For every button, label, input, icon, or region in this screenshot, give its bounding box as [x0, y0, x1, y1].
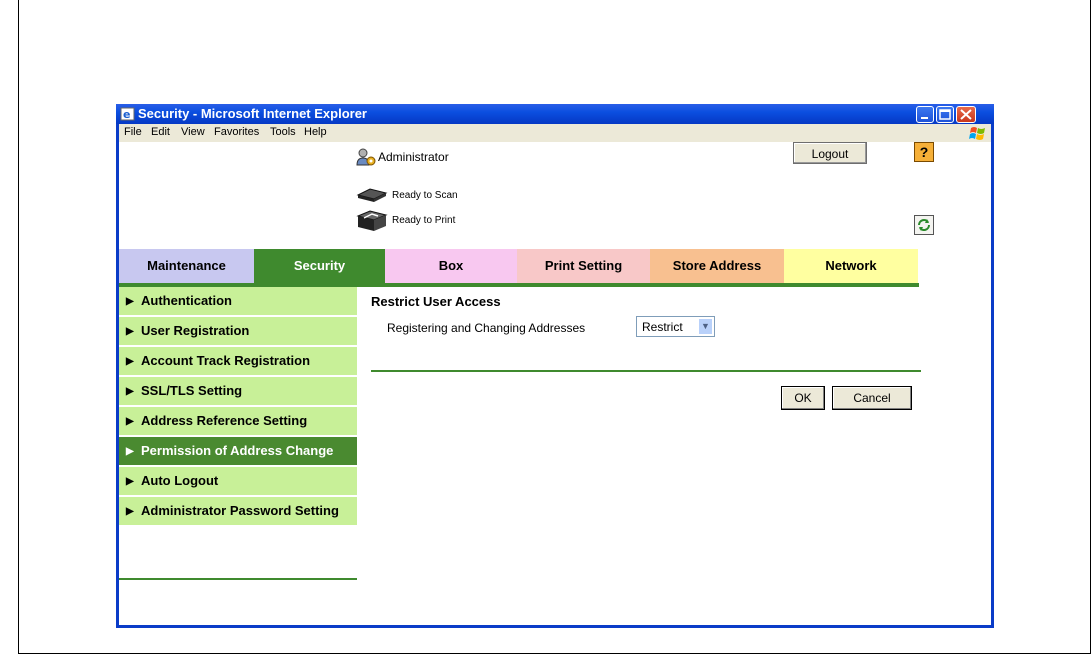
menu-help[interactable]: Help — [304, 126, 327, 138]
sidebar-item-permission-of-address-change[interactable]: ▶ Permission of Address Change — [119, 437, 357, 465]
minimize-button[interactable] — [916, 106, 934, 123]
maximize-icon — [939, 109, 951, 120]
sidebar-item-label: User Registration — [141, 323, 250, 338]
sidebar-item-auto-logout[interactable]: ▶ Auto Logout — [119, 467, 357, 495]
section-divider — [371, 370, 921, 372]
sidebar-item-label: Administrator Password Setting — [141, 503, 339, 518]
arrow-right-icon: ▶ — [126, 446, 134, 457]
sidebar-item-label: Account Track Registration — [141, 353, 311, 368]
sidebar-item-address-reference-setting[interactable]: ▶ Address Reference Setting — [119, 407, 357, 435]
refresh-icon — [918, 219, 930, 231]
tab-maintenance[interactable]: Maintenance — [119, 249, 254, 283]
menu-bar: File Edit View Favorites Tools Help — [119, 124, 991, 142]
sidebar-item-administrator-password-setting[interactable]: ▶ Administrator Password Setting — [119, 497, 357, 525]
sidebar-item-label: SSL/TLS Setting — [141, 383, 243, 398]
sidebar-item-ssl-tls-setting[interactable]: ▶ SSL/TLS Setting — [119, 377, 357, 405]
close-button[interactable] — [956, 106, 976, 123]
chevron-down-icon[interactable]: ▼ — [698, 318, 713, 335]
maximize-button[interactable] — [936, 106, 954, 123]
menu-favorites[interactable]: Favorites — [214, 126, 259, 138]
arrow-right-icon: ▶ — [126, 326, 134, 337]
arrow-right-icon: ▶ — [126, 416, 134, 427]
sidebar-item-label: Auto Logout — [141, 473, 219, 488]
close-icon — [960, 109, 972, 120]
ie-icon: e — [120, 107, 135, 121]
menu-edit[interactable]: Edit — [151, 126, 170, 138]
sidebar-item-account-track-registration[interactable]: ▶ Account Track Registration — [119, 347, 357, 375]
sidebar-item-user-registration[interactable]: ▶ User Registration — [119, 317, 357, 345]
section-title: Restrict User Access — [371, 294, 501, 309]
help-button[interactable]: ? — [914, 142, 934, 162]
logout-button[interactable]: Logout — [793, 142, 867, 164]
tab-security[interactable]: Security — [254, 249, 385, 283]
refresh-button[interactable] — [914, 215, 934, 235]
arrow-right-icon: ▶ — [126, 356, 134, 367]
tab-network[interactable]: Network — [784, 249, 918, 283]
sidebar-item-label: Address Reference Setting — [141, 413, 308, 428]
tab-store-address[interactable]: Store Address — [650, 249, 784, 283]
scanner-icon — [356, 188, 388, 202]
sidebar-item-label: Permission of Address Change — [141, 443, 334, 458]
main-tabs: Maintenance Security Box Print Setting S… — [119, 249, 919, 283]
tab-print-setting[interactable]: Print Setting — [517, 249, 650, 283]
title-bar[interactable]: e Security - Microsoft Internet Explorer — [116, 104, 994, 124]
sidebar-item-authentication[interactable]: ▶ Authentication — [119, 287, 357, 315]
sidebar-divider — [119, 578, 357, 580]
menu-view[interactable]: View — [181, 126, 205, 138]
arrow-right-icon: ▶ — [126, 476, 134, 487]
page-content: Administrator Logout ? Ready to Scan Rea… — [119, 142, 991, 625]
arrow-right-icon: ▶ — [126, 506, 134, 517]
browser-window: e Security - Microsoft Internet Explorer… — [116, 104, 994, 628]
sidebar-menu: ▶ Authentication ▶ User Registration ▶ A… — [119, 287, 357, 527]
printer-icon — [356, 210, 388, 231]
user-name: Administrator — [378, 150, 449, 164]
menu-tools[interactable]: Tools — [270, 126, 296, 138]
menu-file[interactable]: File — [124, 126, 142, 138]
svg-text:e: e — [123, 108, 130, 121]
restrict-select[interactable]: Restrict ▼ — [636, 316, 715, 337]
arrow-right-icon: ▶ — [126, 296, 134, 307]
minimize-icon — [921, 117, 928, 119]
ok-button[interactable]: OK — [781, 386, 825, 410]
arrow-right-icon: ▶ — [126, 386, 134, 397]
print-status: Ready to Print — [392, 215, 456, 226]
field-label: Registering and Changing Addresses — [387, 321, 586, 335]
tab-box[interactable]: Box — [385, 249, 517, 283]
administrator-icon — [356, 148, 376, 166]
windows-logo-icon — [969, 127, 985, 140]
sidebar-item-label: Authentication — [141, 293, 232, 308]
select-value: Restrict — [642, 320, 683, 334]
cancel-button[interactable]: Cancel — [832, 386, 912, 410]
window-title: Security - Microsoft Internet Explorer — [138, 106, 367, 121]
scan-status: Ready to Scan — [392, 190, 458, 201]
